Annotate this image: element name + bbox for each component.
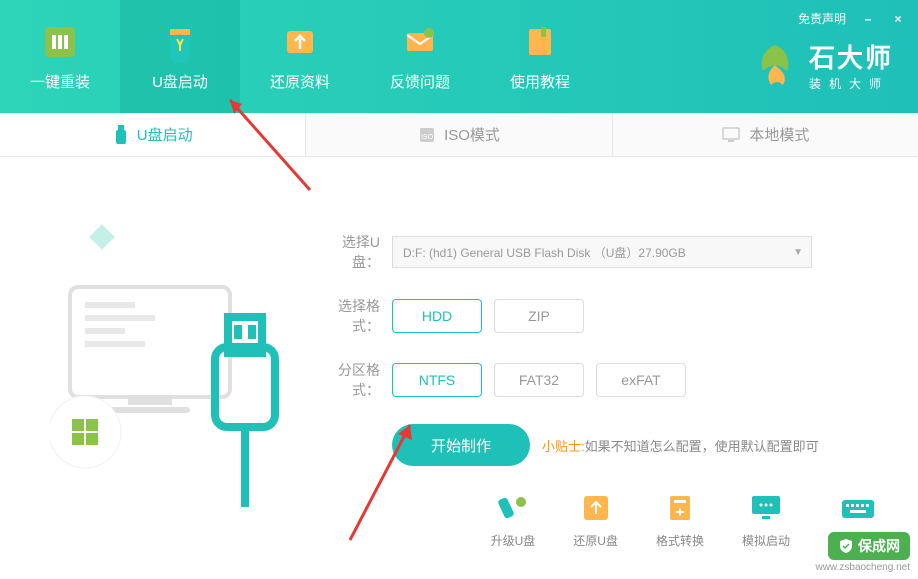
nav-label: 一键重装 [30, 71, 90, 92]
upgrade-usb-icon [495, 494, 531, 522]
app-header: 免责声明 – × 一键重装 U盘启动 还原资料 反馈问题 使用教程 [0, 0, 918, 113]
tab-label: U盘启动 [137, 124, 193, 145]
partition-label: 分区格式： [320, 360, 380, 400]
nav-label: 使用教程 [510, 71, 570, 92]
nav-tutorial[interactable]: 使用教程 [480, 0, 600, 113]
tab-iso[interactable]: ISO ISO模式 [306, 113, 612, 156]
iso-icon: ISO [418, 126, 436, 144]
action-label: 格式转换 [656, 532, 704, 549]
window-controls: 免责声明 – × [798, 10, 906, 27]
simulate-boot-icon [748, 494, 784, 522]
action-format-convert[interactable]: 格式转换 [656, 494, 704, 549]
partition-option-exfat[interactable]: exFAT [596, 363, 686, 397]
format-convert-icon [662, 494, 698, 522]
action-simulate-boot[interactable]: 模拟启动 [742, 494, 790, 549]
nav-usb-boot[interactable]: U盘启动 [120, 0, 240, 113]
minimize-button[interactable]: – [860, 11, 876, 27]
svg-text:ISO: ISO [421, 134, 434, 141]
nav-label: 还原资料 [270, 71, 330, 92]
close-button[interactable]: × [890, 11, 906, 27]
row-select-disk: 选择U盘： D:F: (hd1) General USB Flash Disk … [320, 232, 888, 272]
nav-label: 反馈问题 [390, 71, 450, 92]
format-label: 选择格式： [320, 296, 380, 336]
select-disk-label: 选择U盘： [320, 232, 380, 272]
select-disk-dropdown[interactable]: D:F: (hd1) General USB Flash Disk （U盘）27… [392, 236, 812, 268]
watermark-text: 保成网 [858, 536, 900, 556]
usb-icon [113, 125, 129, 145]
format-option-zip[interactable]: ZIP [494, 299, 584, 333]
watermark: 保成网 www.zsbaocheng.net [815, 532, 910, 573]
content-area: 选择U盘： D:F: (hd1) General USB Flash Disk … [0, 157, 918, 579]
illustration [50, 217, 280, 497]
brand-title: 石大师 [809, 38, 893, 75]
hotkey-icon [840, 494, 876, 522]
brand: 石大师 装机大师 [751, 38, 893, 92]
tutorial-icon [519, 21, 561, 63]
chevron-down-icon: ▼ [793, 247, 803, 258]
format-option-hdd[interactable]: HDD [392, 299, 482, 333]
watermark-url: www.zsbaocheng.net [815, 562, 910, 573]
usb-boot-icon [159, 21, 201, 63]
action-label: 升级U盘 [491, 532, 536, 549]
nav-reinstall[interactable]: 一键重装 [0, 0, 120, 113]
tip-text: 如果不知道怎么配置，使用默认配置即可 [585, 439, 819, 454]
tab-local[interactable]: 本地模式 [613, 113, 918, 156]
nav-label: U盘启动 [152, 71, 208, 92]
partition-option-ntfs[interactable]: NTFS [392, 363, 482, 397]
local-icon [721, 126, 741, 144]
tab-label: 本地模式 [749, 124, 809, 145]
restore-usb-icon [578, 494, 614, 522]
tip-label: 小贴士: [542, 439, 585, 454]
config-form: 选择U盘： D:F: (hd1) General USB Flash Disk … [320, 232, 888, 490]
row-format: 选择格式： HDD ZIP [320, 296, 888, 336]
mode-tabs: U盘启动 ISO ISO模式 本地模式 [0, 113, 918, 157]
action-label: 模拟启动 [742, 532, 790, 549]
brand-subtitle: 装机大师 [809, 75, 893, 92]
start-button[interactable]: 开始制作 [392, 424, 530, 466]
restore-icon [279, 21, 321, 63]
tab-label: ISO模式 [444, 124, 500, 145]
action-restore-usb[interactable]: 还原U盘 [573, 494, 618, 549]
tab-usb-boot[interactable]: U盘启动 [0, 113, 306, 156]
nav-restore[interactable]: 还原资料 [240, 0, 360, 113]
action-label: 还原U盘 [573, 532, 618, 549]
row-start: 开始制作 小贴士:如果不知道怎么配置，使用默认配置即可 [320, 424, 888, 466]
action-upgrade-usb[interactable]: 升级U盘 [491, 494, 536, 549]
watermark-badge: 保成网 [828, 532, 910, 560]
shield-icon [838, 538, 854, 554]
feedback-icon [399, 21, 441, 63]
select-disk-value: D:F: (hd1) General USB Flash Disk （U盘）27… [403, 244, 686, 261]
disclaimer-link[interactable]: 免责声明 [798, 10, 846, 27]
nav-feedback[interactable]: 反馈问题 [360, 0, 480, 113]
brand-logo-icon [751, 41, 799, 89]
reinstall-icon [39, 21, 81, 63]
tip: 小贴士:如果不知道怎么配置，使用默认配置即可 [542, 436, 819, 455]
partition-option-fat32[interactable]: FAT32 [494, 363, 584, 397]
row-partition: 分区格式： NTFS FAT32 exFAT [320, 360, 888, 400]
